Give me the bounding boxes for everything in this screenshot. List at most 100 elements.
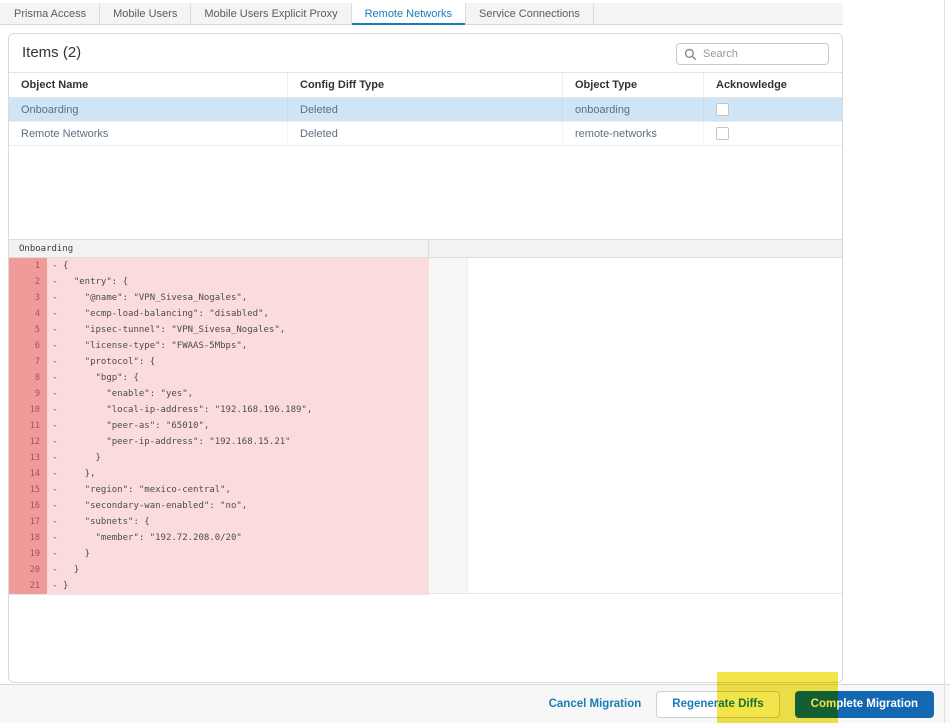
code-text: "peer-ip-address": "192.168.15.21" (63, 434, 429, 450)
diff-body: 1-{2- "entry": {3- "@name": "VPN_Sivesa_… (9, 258, 842, 595)
cell-acknowledge (704, 122, 842, 145)
tab-remote-networks[interactable]: Remote Networks (352, 3, 466, 24)
code-text: "@name": "VPN_Sivesa_Nogales", (63, 290, 429, 306)
diff-line: 11- "peer-as": "65010", (9, 418, 429, 434)
diff-line: 7- "protocol": { (9, 354, 429, 370)
code-text: "license-type": "FWAAS-5Mbps", (63, 338, 429, 354)
search-input[interactable] (703, 48, 821, 60)
column-header-config-diff-type[interactable]: Config Diff Type (288, 73, 563, 97)
removed-marker: - (47, 482, 63, 498)
line-number: 21 (9, 578, 47, 594)
panel-title: Items (2) (22, 44, 81, 61)
diff-line: 15- "region": "mexico-central", (9, 482, 429, 498)
diff-line: 1-{ (9, 258, 429, 274)
removed-marker: - (47, 578, 63, 594)
cell-object-name: Onboarding (9, 98, 288, 121)
code-text: "secondary-wan-enabled": "no", (63, 498, 429, 514)
removed-marker: - (47, 338, 63, 354)
diff-line: 3- "@name": "VPN_Sivesa_Nogales", (9, 290, 429, 306)
removed-marker: - (47, 386, 63, 402)
line-number: 9 (9, 386, 47, 402)
diff-line: 19- } (9, 546, 429, 562)
diff-line: 20- } (9, 562, 429, 578)
panel-header: Items (2) (9, 34, 842, 73)
code-text: "local-ip-address": "192.168.196.189", (63, 402, 429, 418)
line-number: 4 (9, 306, 47, 322)
line-number: 5 (9, 322, 47, 338)
diff-line: 21-} (9, 578, 429, 594)
cell-acknowledge (704, 98, 842, 121)
diff-line: 16- "secondary-wan-enabled": "no", (9, 498, 429, 514)
table-row[interactable]: Remote NetworksDeletedremote-networks (9, 122, 842, 146)
line-number: 2 (9, 274, 47, 290)
code-text: "ecmp-load-balancing": "disabled", (63, 306, 429, 322)
removed-marker: - (47, 370, 63, 386)
items-panel: Items (2) Object Name Config Diff Type O… (8, 33, 843, 683)
code-text: "entry": { (63, 274, 429, 290)
table-row[interactable]: OnboardingDeletedonboarding (9, 98, 842, 122)
code-text: }, (63, 466, 429, 482)
line-number: 7 (9, 354, 47, 370)
diff-right-body (468, 258, 842, 593)
diff-line: 5- "ipsec-tunnel": "VPN_Sivesa_Nogales", (9, 322, 429, 338)
removed-marker: - (47, 514, 63, 530)
diff-line: 18- "member": "192.72.208.0/20" (9, 530, 429, 546)
tab-mobile-users-explicit-proxy[interactable]: Mobile Users Explicit Proxy (191, 3, 351, 24)
line-number: 3 (9, 290, 47, 306)
column-header-object-type[interactable]: Object Type (563, 73, 704, 97)
code-text: } (63, 546, 429, 562)
line-number: 1 (9, 258, 47, 274)
code-text: "subnets": { (63, 514, 429, 530)
removed-marker: - (47, 354, 63, 370)
removed-marker: - (47, 258, 63, 274)
window-edge-line (944, 0, 945, 723)
regenerate-diffs-button[interactable]: Regenerate Diffs (656, 691, 779, 718)
tab-mobile-users[interactable]: Mobile Users (100, 3, 191, 24)
line-number: 14 (9, 466, 47, 482)
diff-line: 8- "bgp": { (9, 370, 429, 386)
line-number: 18 (9, 530, 47, 546)
removed-marker: - (47, 546, 63, 562)
table-header-row: Object Name Config Diff Type Object Type… (9, 73, 842, 98)
column-header-acknowledge[interactable]: Acknowledge (704, 73, 842, 97)
line-number: 19 (9, 546, 47, 562)
diff-line: 17- "subnets": { (9, 514, 429, 530)
table-body: OnboardingDeletedonboardingRemote Networ… (9, 98, 842, 146)
acknowledge-checkbox[interactable] (716, 127, 729, 140)
removed-marker: - (47, 498, 63, 514)
diff-line: 6- "license-type": "FWAAS-5Mbps", (9, 338, 429, 354)
search-box[interactable] (676, 43, 829, 65)
diff-line: 4- "ecmp-load-balancing": "disabled", (9, 306, 429, 322)
tab-service-connections[interactable]: Service Connections (466, 3, 594, 24)
line-number: 6 (9, 338, 47, 354)
complete-migration-button[interactable]: Complete Migration (795, 691, 934, 718)
cell-object-type: onboarding (563, 98, 704, 121)
diff-added-pane (429, 258, 842, 594)
cell-config-diff-type: Deleted (288, 98, 563, 121)
removed-marker: - (47, 530, 63, 546)
code-text: { (63, 258, 429, 274)
line-number: 13 (9, 450, 47, 466)
removed-marker: - (47, 402, 63, 418)
diff-line: 13- } (9, 450, 429, 466)
line-number: 17 (9, 514, 47, 530)
line-number: 16 (9, 498, 47, 514)
tab-prisma-access[interactable]: Prisma Access (0, 3, 100, 24)
code-text: "bgp": { (63, 370, 429, 386)
acknowledge-checkbox[interactable] (716, 103, 729, 116)
removed-marker: - (47, 322, 63, 338)
line-number: 10 (9, 402, 47, 418)
cancel-migration-link[interactable]: Cancel Migration (549, 698, 642, 710)
diff-header: Onboarding (9, 239, 842, 258)
removed-marker: - (47, 562, 63, 578)
code-text: "member": "192.72.208.0/20" (63, 530, 429, 546)
cell-config-diff-type: Deleted (288, 122, 563, 145)
code-text: } (63, 562, 429, 578)
screen: Prisma AccessMobile UsersMobile Users Ex… (0, 0, 950, 723)
line-number: 12 (9, 434, 47, 450)
column-header-object-name[interactable]: Object Name (9, 73, 288, 97)
code-text: "protocol": { (63, 354, 429, 370)
line-number: 11 (9, 418, 47, 434)
diff-line: 9- "enable": "yes", (9, 386, 429, 402)
diff-right-gutter (429, 258, 468, 593)
